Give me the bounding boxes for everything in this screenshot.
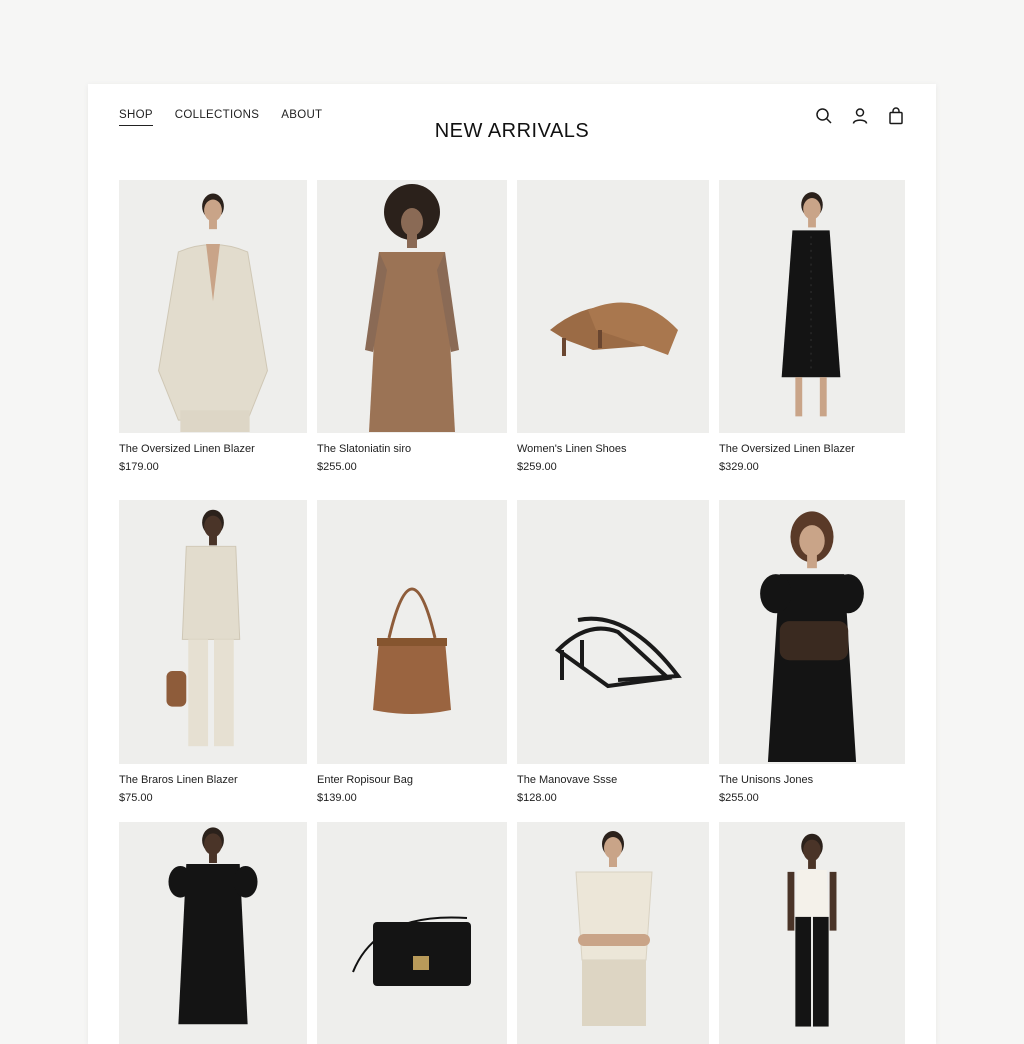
page-title: NEW ARRIVALS [434, 120, 590, 142]
black-strappy-sandals-illustration [554, 616, 682, 689]
product-image[interactable] [517, 180, 709, 433]
product-name[interactable]: The Slatoniatin siro [317, 443, 411, 455]
shopping-bag-icon[interactable] [886, 106, 906, 126]
product-name[interactable]: The Unisons Jones [719, 774, 813, 786]
tan-slingback-heels-illustration [550, 302, 678, 356]
product-price: $139.00 [317, 792, 357, 804]
product-card[interactable]: Enter Ropisour Bag $139.00 [317, 500, 507, 804]
product-price: $255.00 [719, 792, 759, 804]
product-image[interactable] [119, 822, 307, 1044]
product-card[interactable]: The Oversized Linen Blazer $329.00 [719, 180, 905, 473]
linen-blazer-model-illustration [158, 193, 268, 433]
product-card[interactable]: The Manovave Ssse $128.00 [517, 500, 709, 804]
product-image[interactable] [119, 500, 307, 764]
product-card[interactable] [317, 822, 507, 1044]
product-name[interactable]: The Oversized Linen Blazer [719, 443, 855, 455]
linen-suit-model-with-bag-illustration [166, 509, 241, 747]
search-icon[interactable] [814, 106, 834, 126]
black-puff-sleeve-dress-model-illustration [760, 511, 864, 763]
product-listing-page: SHOP COLLECTIONS ABOUT NEW ARRIVALS The … [88, 84, 936, 1044]
product-image[interactable] [119, 180, 307, 433]
tan-bucket-bag-illustration [373, 587, 451, 714]
product-name[interactable]: Women's Linen Shoes [517, 443, 627, 455]
product-price: $179.00 [119, 461, 159, 473]
cream-tee-linen-trousers-model-illustration [575, 831, 653, 1026]
black-smocked-dress-model-illustration [168, 827, 258, 1025]
product-name[interactable]: Enter Ropisour Bag [317, 774, 413, 786]
product-card[interactable]: Women's Linen Shoes $259.00 [517, 180, 709, 473]
product-image[interactable] [719, 500, 905, 764]
product-price: $329.00 [719, 461, 759, 473]
product-image[interactable] [317, 500, 507, 764]
black-button-dress-model-illustration [781, 192, 841, 417]
brown-slip-dress-model-illustration [365, 184, 459, 432]
product-name[interactable]: The Oversized Linen Blazer [119, 443, 255, 455]
product-card[interactable]: The Braros Linen Blazer $75.00 [119, 500, 307, 804]
product-image[interactable] [719, 822, 905, 1044]
product-card[interactable] [119, 822, 307, 1044]
white-tank-black-trousers-model-illustration [787, 833, 837, 1027]
product-card[interactable] [719, 822, 905, 1044]
product-image[interactable] [517, 500, 709, 764]
product-image[interactable] [517, 822, 709, 1044]
product-image[interactable] [317, 822, 507, 1044]
product-name[interactable]: The Manovave Ssse [517, 774, 617, 786]
product-image[interactable] [317, 180, 507, 433]
account-icon[interactable] [850, 106, 870, 126]
product-price: $128.00 [517, 792, 557, 804]
product-image[interactable] [719, 180, 905, 433]
product-name[interactable]: The Braros Linen Blazer [119, 774, 238, 786]
header-actions [814, 106, 906, 126]
product-card[interactable] [517, 822, 709, 1044]
product-price: $259.00 [517, 461, 557, 473]
product-card[interactable]: The Slatoniatin siro $255.00 [317, 180, 507, 473]
product-card[interactable]: The Oversized Linen Blazer $179.00 [119, 180, 307, 473]
product-price: $255.00 [317, 461, 357, 473]
product-card[interactable]: The Unisons Jones $255.00 [719, 500, 905, 804]
black-crossbody-bag-illustration [352, 916, 471, 986]
product-price: $75.00 [119, 792, 153, 804]
